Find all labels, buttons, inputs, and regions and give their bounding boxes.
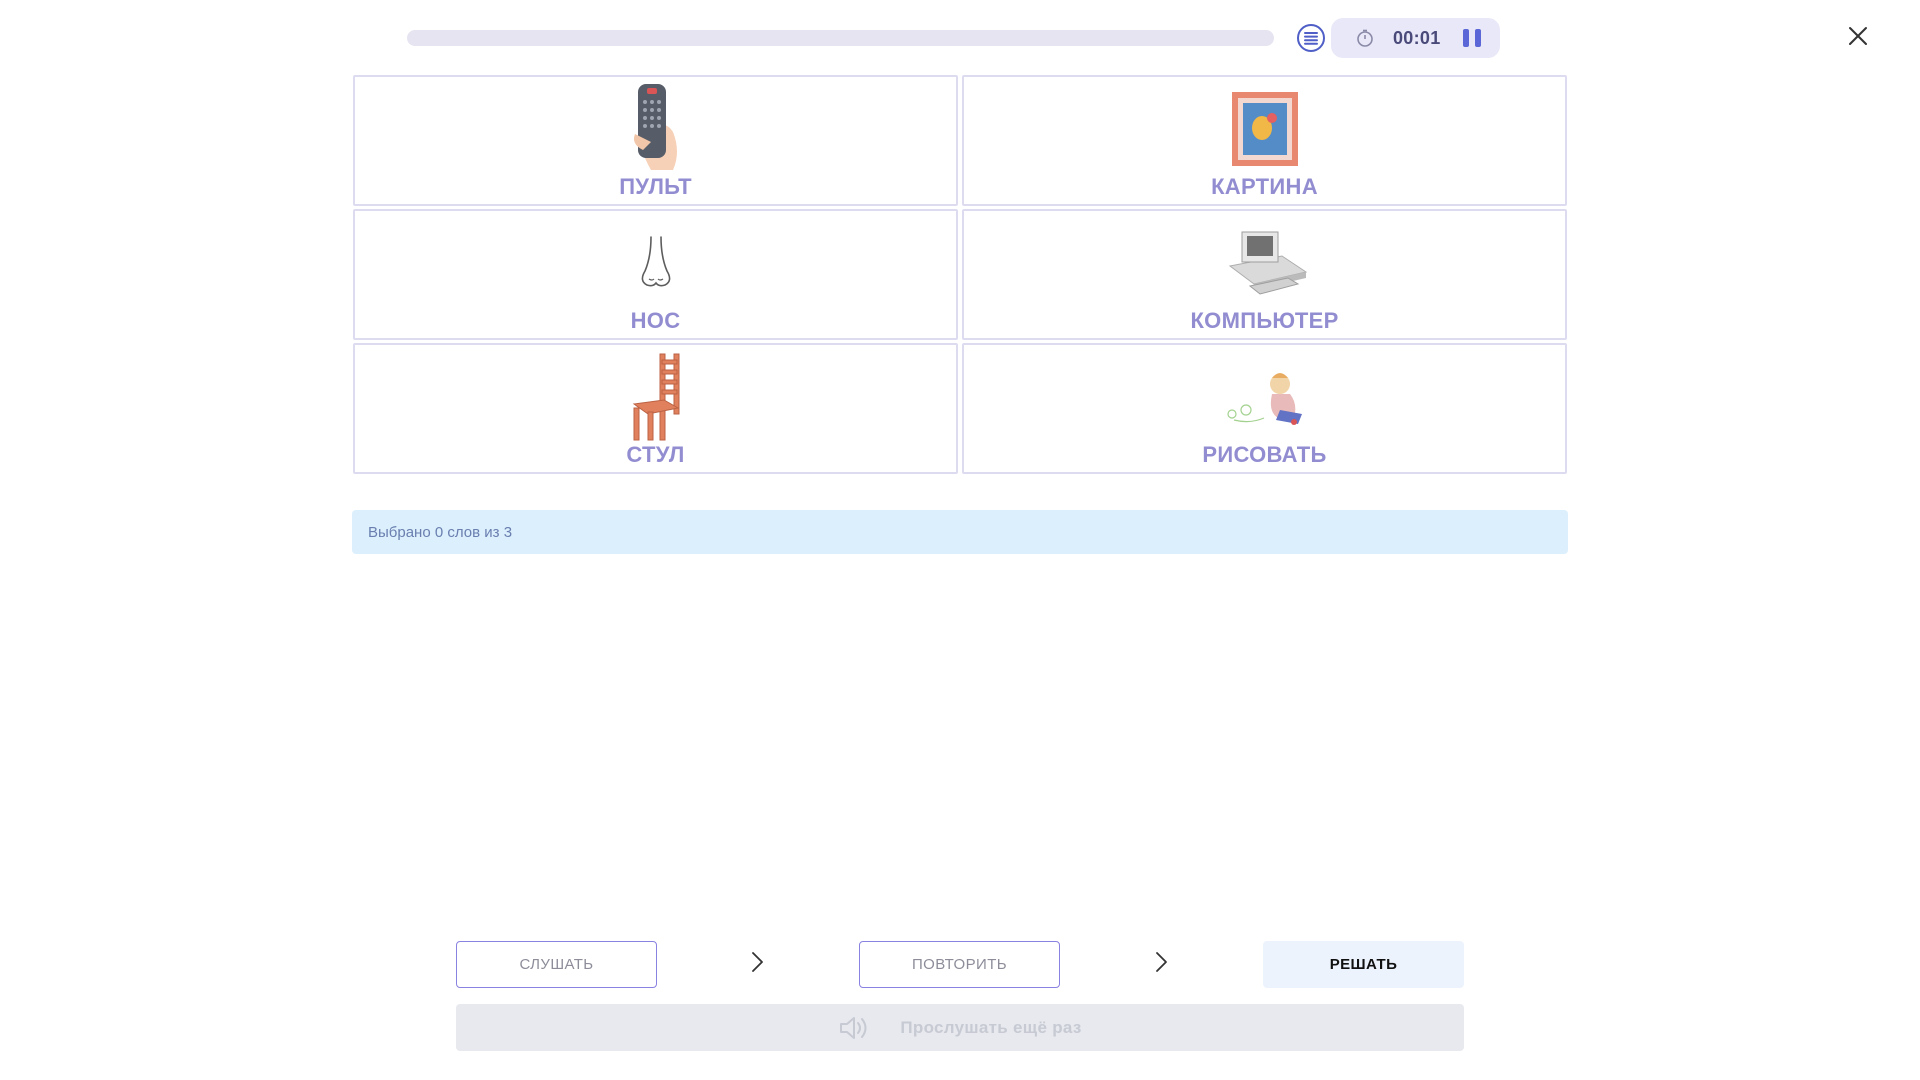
progress-bar xyxy=(407,30,1274,46)
timer-value: 00:01 xyxy=(1393,27,1441,48)
close-icon xyxy=(1849,27,1867,45)
word-label: СТУЛ xyxy=(626,442,685,467)
word-card-picture[interactable]: КАРТИНА xyxy=(962,75,1567,206)
word-card-computer[interactable]: КОМПЬЮТЕР xyxy=(962,209,1567,340)
word-card-nose[interactable]: НОС xyxy=(353,209,958,340)
selection-status: Выбрано 0 слов из 3 xyxy=(352,510,1568,554)
word-grid: ПУЛЬТ КАРТИНА НОС КОМПЬЮТЕР СТУЛ РИСОВАТ… xyxy=(353,75,1567,476)
chair-icon xyxy=(601,351,711,443)
replay-label: Прослушать ещё раз xyxy=(900,1017,1082,1037)
pause-icon[interactable] xyxy=(1462,29,1481,47)
word-card-remote[interactable]: ПУЛЬТ xyxy=(353,75,958,206)
list-icon xyxy=(1304,32,1318,45)
word-label: КОМПЬЮТЕР xyxy=(1190,308,1339,333)
word-label: РИСОВАТЬ xyxy=(1202,442,1327,467)
nose-icon xyxy=(601,217,711,309)
computer-icon xyxy=(1210,217,1320,309)
clock-icon xyxy=(1355,28,1375,48)
repeat-button[interactable]: ПОВТОРИТЬ xyxy=(859,941,1060,988)
word-label: НОС xyxy=(630,308,681,333)
replay-audio-button[interactable]: Прослушать ещё раз xyxy=(456,1004,1464,1051)
drawing-child-icon xyxy=(1210,351,1320,443)
close-button[interactable] xyxy=(1846,24,1870,48)
listen-button[interactable]: СЛУШАТЬ xyxy=(456,941,657,988)
word-card-chair[interactable]: СТУЛ xyxy=(353,343,958,474)
word-label: КАРТИНА xyxy=(1211,174,1318,199)
remote-control-icon xyxy=(601,83,711,175)
list-button[interactable] xyxy=(1297,24,1325,52)
timer: 00:01 xyxy=(1331,18,1500,58)
word-label: ПУЛЬТ xyxy=(619,174,692,199)
framed-picture-icon xyxy=(1210,83,1320,175)
speaker-icon xyxy=(840,1016,867,1039)
word-card-draw[interactable]: РИСОВАТЬ xyxy=(962,343,1567,474)
chevron-right-icon xyxy=(752,952,763,972)
chevron-right-icon xyxy=(1156,952,1167,972)
solve-button[interactable]: РЕШАТЬ xyxy=(1263,941,1464,988)
